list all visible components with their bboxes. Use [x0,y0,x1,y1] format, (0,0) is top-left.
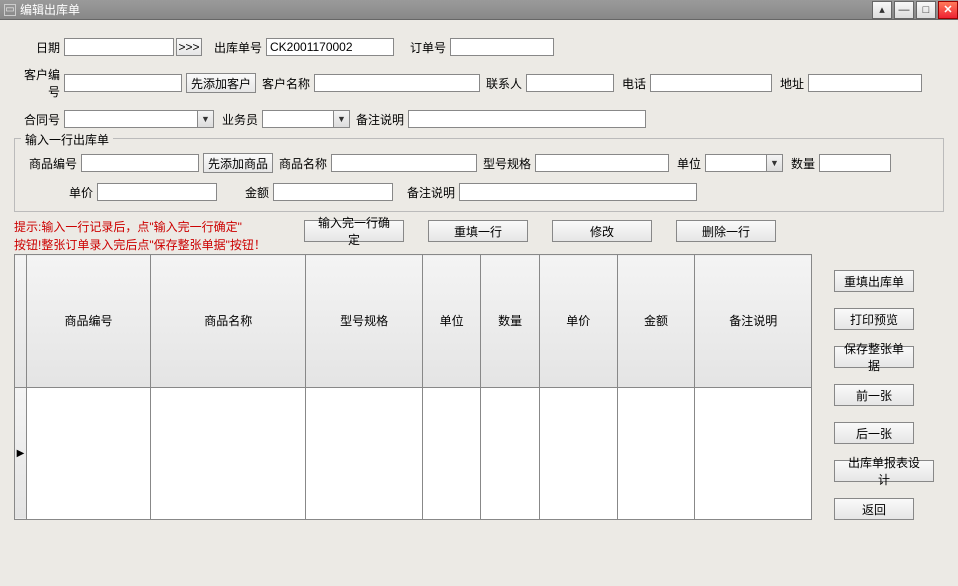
th-remark: 备注说明 [695,255,812,388]
delete-line-button[interactable]: 删除一行 [676,220,776,242]
addr-label: 地址 [772,75,808,92]
app-icon: ▭ [4,4,16,16]
amount-label: 金额 [217,184,273,201]
unit-label: 单位 [669,155,705,172]
prod-no-label: 商品编号 [23,155,81,172]
addr-input[interactable] [808,74,922,92]
cust-no-input[interactable] [64,74,182,92]
sales-label: 业务员 [214,111,262,128]
minimize-button[interactable]: — [894,1,914,19]
cust-name-label: 客户名称 [256,75,314,92]
qty-label: 数量 [783,155,819,172]
price-label: 单价 [23,184,97,201]
chevron-down-icon: ▼ [333,111,349,127]
remark-label: 备注说明 [350,111,408,128]
spec-input[interactable] [535,154,669,172]
cust-name-input[interactable] [314,74,480,92]
line-remark-label: 备注说明 [401,184,459,201]
row-indicator-icon: ▶ [15,387,27,520]
contract-label: 合同号 [14,111,64,128]
th-amount: 金额 [617,255,695,388]
date-label: 日期 [14,39,64,56]
row-header-corner [15,255,27,388]
maximize-button[interactable]: □ [916,1,936,19]
line-remark-input[interactable] [459,183,697,201]
phone-input[interactable] [650,74,772,92]
contract-select[interactable]: ▼ [64,110,214,128]
table-row[interactable]: ▶ [15,387,812,520]
prod-name-input[interactable] [331,154,477,172]
print-preview-button[interactable]: 打印预览 [834,308,914,330]
th-unit: 单位 [422,255,480,388]
th-qty: 数量 [481,255,539,388]
prod-name-label: 商品名称 [273,155,331,172]
contact-input[interactable] [526,74,614,92]
sales-select[interactable]: ▼ [262,110,350,128]
date-picker-button[interactable]: >>> [176,38,202,56]
date-input[interactable] [64,38,174,56]
cust-no-label: 客户编号 [14,66,64,100]
group-title: 输入一行出库单 [21,131,113,148]
amount-input[interactable] [273,183,393,201]
prev-button[interactable]: 前一张 [834,384,914,406]
out-no-label: 出库单号 [208,39,266,56]
th-spec: 型号规格 [306,255,423,388]
chevron-down-icon: ▼ [766,155,782,171]
th-prod-no: 商品编号 [26,255,150,388]
close-button[interactable]: ✕ [938,1,958,19]
remark-input[interactable] [408,110,646,128]
unit-select[interactable]: ▼ [705,154,783,172]
titlebar: ▭ 编辑出库单 ▴ — □ ✕ [0,0,958,20]
confirm-line-button[interactable]: 输入完一行确定 [304,220,404,242]
prod-no-input[interactable] [81,154,199,172]
qty-input[interactable] [819,154,891,172]
table-header-row: 商品编号 商品名称 型号规格 单位 数量 单价 金额 备注说明 [15,255,812,388]
price-input[interactable] [97,183,217,201]
restore-down-button[interactable]: ▴ [872,1,892,19]
add-product-button[interactable]: 先添加商品 [203,153,273,173]
line-entry-group: 输入一行出库单 商品编号 先添加商品 商品名称 型号规格 单位 ▼ 数量 单价 … [14,138,944,212]
refill-form-button[interactable]: 重填出库单 [834,270,914,292]
window-title: 编辑出库单 [20,1,80,18]
modify-button[interactable]: 修改 [552,220,652,242]
items-table: 商品编号 商品名称 型号规格 单位 数量 单价 金额 备注说明 ▶ [14,254,812,520]
next-button[interactable]: 后一张 [834,422,914,444]
spec-label: 型号规格 [477,155,535,172]
refill-line-button[interactable]: 重填一行 [428,220,528,242]
contact-label: 联系人 [480,75,526,92]
add-customer-button[interactable]: 先添加客户 [186,73,256,93]
phone-label: 电话 [614,75,650,92]
chevron-down-icon: ▼ [197,111,213,127]
order-no-input[interactable] [450,38,554,56]
report-design-button[interactable]: 出库单报表设计 [834,460,934,482]
th-price: 单价 [539,255,617,388]
th-prod-name: 商品名称 [151,255,306,388]
out-no-input[interactable] [266,38,394,56]
save-all-button[interactable]: 保存整张单据 [834,346,914,368]
return-button[interactable]: 返回 [834,498,914,520]
order-no-label: 订单号 [400,39,450,56]
